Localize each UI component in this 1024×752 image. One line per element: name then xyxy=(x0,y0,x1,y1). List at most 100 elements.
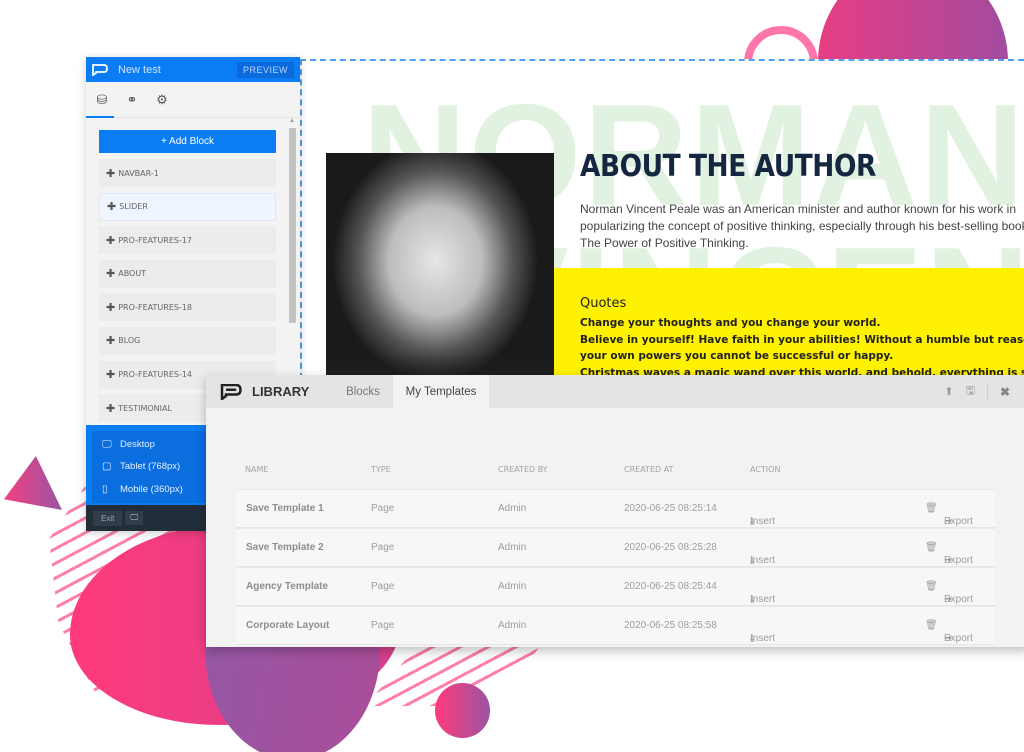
insert-label: Insert xyxy=(750,555,776,566)
gear-icon[interactable]: ⚙ xyxy=(151,89,173,111)
library-header: LIBRARY Blocks My Templates ⬆ 🖫 ✖ xyxy=(206,375,1024,408)
trash-icon[interactable]: 🗑 xyxy=(925,542,938,553)
block-label: PRO-FEATURES-17 xyxy=(118,235,193,245)
export-icon: ➜ xyxy=(944,594,953,605)
column-header: ACTION xyxy=(750,465,781,474)
template-type: Page xyxy=(371,542,395,553)
about-title: ABOUT THE AUTHOR xyxy=(580,149,876,184)
insert-label: Insert xyxy=(750,594,776,605)
scroll-up-arrow-icon[interactable]: ▲ xyxy=(289,118,295,124)
close-icon[interactable]: ✖ xyxy=(1000,385,1010,399)
monitor-icon[interactable]: 🖵 xyxy=(125,511,144,525)
scrollbar-thumb[interactable] xyxy=(289,128,296,323)
export-icon: ➜ xyxy=(944,633,953,644)
column-header: CREATED BY xyxy=(498,465,548,474)
blocks-icon[interactable]: ⛁ xyxy=(91,89,113,111)
quotes-section[interactable]: Quotes Change your thoughts and you chan… xyxy=(554,268,1024,389)
trash-icon[interactable]: 🗑 xyxy=(925,503,938,514)
library-modal: LIBRARY Blocks My Templates ⬆ 🖫 ✖ NAME T… xyxy=(206,375,1024,647)
drag-plus-icon: ✚ xyxy=(106,166,116,180)
block-item[interactable]: ✚ PRO-FEATURES-18 xyxy=(99,293,276,322)
exit-button[interactable]: Exit xyxy=(93,510,123,526)
block-label: TESTIMONIAL xyxy=(118,403,172,413)
author-photo[interactable] xyxy=(326,153,554,389)
block-item[interactable]: ✚ SLIDER xyxy=(99,192,276,221)
template-type: Page xyxy=(371,581,395,592)
template-created-at: 2020-06-25 08:25:28 xyxy=(624,542,717,553)
table-row: Save Template 2 Page Admin 2020-06-25 08… xyxy=(236,528,995,567)
table-row: Corporate Layout Page Admin 2020-06-25 0… xyxy=(236,606,995,645)
block-item[interactable]: ✚ ABOUT xyxy=(99,259,276,288)
about-text: Norman Vincent Peale was an American min… xyxy=(580,202,1024,250)
decorative-triangle xyxy=(4,456,62,510)
mobile-icon: ▯ xyxy=(102,483,108,495)
upload-icon[interactable]: ⬆ xyxy=(944,385,953,398)
template-name: Save Template 2 xyxy=(246,542,324,553)
block-label: PRO-FEATURES-18 xyxy=(118,302,193,312)
device-label: Tablet (768px) xyxy=(120,461,181,473)
template-created-at: 2020-06-25 08:25:14 xyxy=(624,503,717,514)
template-created-by: Admin xyxy=(498,503,527,514)
logo-icon xyxy=(92,63,108,76)
logo-icon xyxy=(220,383,242,400)
quote-line: Believe in yourself! Have faith in your … xyxy=(580,333,1024,346)
trash-icon[interactable]: 🗑 xyxy=(925,620,938,631)
tab-my-templates[interactable]: My Templates xyxy=(393,375,489,408)
block-label: NAVBAR-1 xyxy=(118,168,159,178)
block-label: ABOUT xyxy=(118,269,147,279)
block-item[interactable]: ✚ NAVBAR-1 xyxy=(99,159,276,187)
drag-plus-icon: ✚ xyxy=(106,300,116,314)
block-label: BLOG xyxy=(118,336,141,346)
project-title: New test xyxy=(118,63,161,76)
desktop-icon: 🖵 xyxy=(102,438,112,450)
template-type: Page xyxy=(371,620,395,631)
export-icon: ➜ xyxy=(944,516,953,527)
add-block-button[interactable]: + Add Block xyxy=(99,130,276,153)
save-icon[interactable]: 🖫 xyxy=(966,382,975,401)
device-label: Desktop xyxy=(120,438,155,450)
library-title: LIBRARY xyxy=(252,384,310,399)
template-created-by: Admin xyxy=(498,542,527,553)
template-created-by: Admin xyxy=(498,581,527,592)
tab-blocks[interactable]: Blocks xyxy=(333,375,393,408)
table-row: Save Template 1 Page Admin 2020-06-25 08… xyxy=(236,489,995,528)
template-name: Corporate Layout xyxy=(246,620,330,631)
quote-line: your own powers you cannot be successful… xyxy=(580,350,894,362)
template-type: Page xyxy=(371,503,395,514)
quotes-title: Quotes xyxy=(580,296,627,311)
tablet-icon: ▢ xyxy=(102,461,112,473)
drag-plus-icon: ✚ xyxy=(106,368,116,382)
device-label: Mobile (360px) xyxy=(120,483,183,495)
quote-line: Change your thoughts and you change your… xyxy=(580,317,881,329)
link-icon[interactable]: ⚭ xyxy=(121,89,143,111)
sidebar-scrollbar[interactable]: ▲ xyxy=(289,118,297,418)
drag-plus-icon: ✚ xyxy=(106,233,116,247)
block-item[interactable]: ✚ BLOG xyxy=(99,326,276,355)
template-created-at: 2020-06-25 08:25:58 xyxy=(624,620,717,631)
drag-plus-icon: ✚ xyxy=(107,200,117,214)
divider xyxy=(986,383,988,400)
table-header: NAME TYPE CREATED BY CREATED AT ACTION xyxy=(206,465,1006,479)
insert-label: Insert xyxy=(750,516,776,527)
drag-plus-icon: ✚ xyxy=(106,267,116,281)
drag-plus-icon: ✚ xyxy=(106,334,116,348)
column-header: TYPE xyxy=(371,465,391,474)
block-label: SLIDER xyxy=(119,202,148,212)
stage: NORMAN VINCENT ABOUT THE AUTHOR Norman V… xyxy=(0,0,1024,752)
table-row: Agency Template Page Admin 2020-06-25 08… xyxy=(236,567,995,606)
column-header: NAME xyxy=(245,465,269,474)
sidebar-header: New test PREVIEW xyxy=(86,57,300,82)
template-name: Agency Template xyxy=(246,581,329,592)
preview-button[interactable]: PREVIEW xyxy=(236,61,294,78)
trash-icon[interactable]: 🗑 xyxy=(925,581,938,592)
template-name: Save Template 1 xyxy=(246,503,324,514)
editor-canvas[interactable]: NORMAN VINCENT ABOUT THE AUTHOR Norman V… xyxy=(300,59,1024,389)
template-created-by: Admin xyxy=(498,620,527,631)
block-label: PRO-FEATURES-14 xyxy=(118,370,193,380)
template-created-at: 2020-06-25 08:25:44 xyxy=(624,581,717,592)
sidebar-tabs: ⛁ ⚭ ⚙ xyxy=(86,82,300,118)
templates-table: Save Template 1 Page Admin 2020-06-25 08… xyxy=(236,489,995,645)
drag-plus-icon: ✚ xyxy=(106,401,116,415)
insert-label: Insert xyxy=(750,633,776,644)
block-item[interactable]: ✚ PRO-FEATURES-17 xyxy=(99,226,276,255)
